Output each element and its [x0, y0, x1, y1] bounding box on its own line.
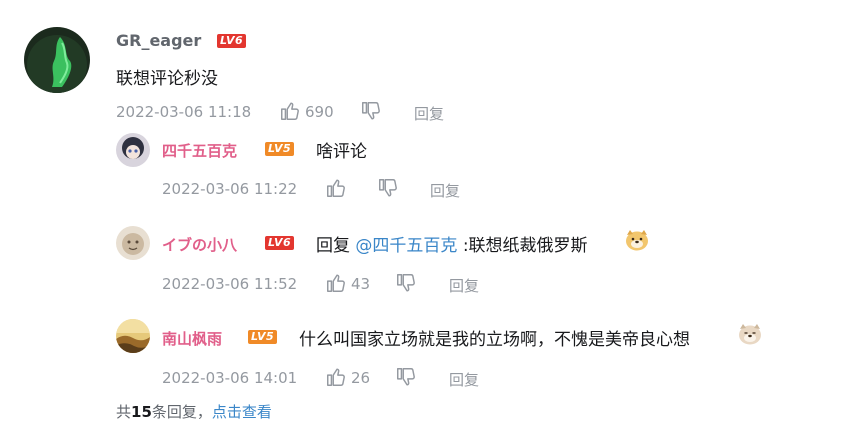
- like-count: 26: [351, 369, 371, 387]
- view-more-link[interactable]: 点击查看: [212, 403, 272, 421]
- reply-text: 啥评论: [316, 142, 367, 162]
- username[interactable]: 四千五百克: [162, 140, 237, 161]
- reply-count: 15: [131, 403, 152, 421]
- dislike-icon[interactable]: [395, 366, 417, 388]
- reply-text: 回复 @四千五百克 :联想纸裁俄罗斯: [316, 231, 588, 256]
- level-badge: LV5: [248, 330, 278, 344]
- reply-time: 2022-03-06 11:22: [162, 180, 298, 198]
- level-badge: LV6: [217, 34, 247, 48]
- reply-prefix: 回复: [316, 236, 350, 256]
- username[interactable]: 南山枫雨: [162, 328, 222, 349]
- like-icon[interactable]: [325, 177, 347, 199]
- reply-time: 2022-03-06 14:01: [162, 369, 298, 387]
- username[interactable]: GR_eager: [116, 31, 201, 50]
- like-icon[interactable]: [325, 366, 347, 388]
- reply-button[interactable]: 回复: [449, 275, 479, 296]
- view-more-replies: 共15条回复，点击查看: [116, 401, 272, 422]
- comment-text: 联想评论秒没: [116, 69, 218, 89]
- avatar[interactable]: [116, 133, 150, 167]
- reply-time: 2022-03-06 11:52: [162, 275, 298, 293]
- footer-suffix: 条回复，: [151, 403, 212, 421]
- like-icon[interactable]: [325, 272, 347, 294]
- avatar[interactable]: [116, 319, 150, 353]
- comment-time: 2022-03-06 11:18: [116, 103, 252, 121]
- username[interactable]: イブの小八: [162, 234, 237, 255]
- dog-emoji-icon: [738, 323, 762, 345]
- like-count: 690: [305, 103, 334, 121]
- reply-button[interactable]: 回复: [449, 369, 479, 390]
- mention-link[interactable]: @四千五百克: [355, 236, 457, 256]
- reply-body: :联想纸裁俄罗斯: [462, 236, 588, 256]
- avatar[interactable]: [24, 27, 90, 93]
- dislike-icon[interactable]: [360, 100, 382, 122]
- level-badge: LV6: [265, 236, 295, 250]
- avatar[interactable]: [116, 226, 150, 260]
- reply-text: 什么叫国家立场就是我的立场啊，不愧是美帝良心想: [299, 330, 690, 350]
- reply-button[interactable]: 回复: [430, 180, 460, 201]
- footer-prefix: 共: [116, 403, 132, 421]
- like-icon[interactable]: [279, 100, 301, 122]
- dislike-icon[interactable]: [377, 177, 399, 199]
- doge-emoji-icon: [625, 229, 649, 251]
- reply-button[interactable]: 回复: [414, 103, 444, 124]
- dislike-icon[interactable]: [395, 272, 417, 294]
- level-badge: LV5: [265, 142, 295, 156]
- like-count: 43: [351, 275, 371, 293]
